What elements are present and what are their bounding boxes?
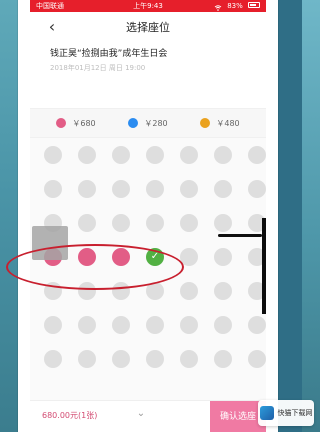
seat-available[interactable] xyxy=(214,350,232,368)
watermark-text: 快猫下载网 xyxy=(277,409,313,417)
seat-available[interactable] xyxy=(112,316,130,334)
seat-available[interactable] xyxy=(112,214,130,232)
seat-available[interactable] xyxy=(146,350,164,368)
status-right: 83% xyxy=(210,0,260,12)
seat-available[interactable] xyxy=(146,180,164,198)
navigation-bar: ‹ 选择座位 xyxy=(30,12,266,42)
seat-available[interactable] xyxy=(214,316,232,334)
battery-icon xyxy=(248,2,260,8)
chevron-down-icon[interactable]: ⌄ xyxy=(136,409,146,419)
seat-available[interactable] xyxy=(112,350,130,368)
legend-item-280: ￥280 xyxy=(128,118,168,129)
seat-available[interactable] xyxy=(146,214,164,232)
seat-available[interactable] xyxy=(214,248,232,266)
seat-available[interactable] xyxy=(78,316,96,334)
total-price: 680.00元(1张) xyxy=(42,411,98,420)
legend-dot xyxy=(200,118,211,128)
legend-dot xyxy=(128,118,139,128)
seat-available[interactable] xyxy=(180,350,198,368)
seat-available[interactable] xyxy=(180,214,198,232)
seat-available[interactable] xyxy=(214,214,232,232)
phone-screen: 中国联通 上午9:43 83% ‹ 选择座位 钱正昊“捡捌由我”成年生日会 20… xyxy=(18,0,278,432)
wifi-icon xyxy=(214,3,222,11)
bottom-bar: 680.00元(1张) ⌄ 确认选座 xyxy=(30,400,266,432)
legend-label: ￥280 xyxy=(144,118,168,128)
seat-available[interactable] xyxy=(180,316,198,334)
seat-available[interactable] xyxy=(112,180,130,198)
legend-label: ￥680 xyxy=(72,118,96,128)
battery-percent: 83% xyxy=(227,2,243,10)
event-time: 2018年01月12日 周日 19:00 xyxy=(50,64,146,72)
seat-available[interactable] xyxy=(78,214,96,232)
watermark: 快猫下载网 xyxy=(258,400,314,426)
seat-available[interactable] xyxy=(248,146,266,164)
annotation-dash xyxy=(218,234,262,237)
seat-available[interactable] xyxy=(146,146,164,164)
seat-available[interactable] xyxy=(248,316,266,334)
highlight-ellipse xyxy=(6,244,184,290)
legend-item-680: ￥680 xyxy=(56,118,96,129)
seat-available[interactable] xyxy=(248,350,266,368)
page-title: 选择座位 xyxy=(126,21,170,34)
event-info: 钱正昊“捡捌由我”成年生日会 2018年01月12日 周日 19:00 xyxy=(50,46,270,88)
background-right xyxy=(302,0,320,432)
seat-available[interactable] xyxy=(44,316,62,334)
seat-available[interactable] xyxy=(214,146,232,164)
price-legend: ￥680 ￥280 ￥480 xyxy=(30,108,266,138)
seat-available[interactable] xyxy=(78,146,96,164)
event-name: 钱正昊“捡捌由我”成年生日会 xyxy=(50,49,168,59)
legend-item-480: ￥480 xyxy=(200,118,240,129)
seat-available[interactable] xyxy=(44,350,62,368)
seat-available[interactable] xyxy=(180,282,198,300)
annotation-bar xyxy=(262,218,266,314)
seat-available[interactable] xyxy=(214,282,232,300)
background-left xyxy=(0,0,18,432)
seat-available[interactable] xyxy=(112,146,130,164)
legend-dot xyxy=(56,118,67,128)
seat-available[interactable] xyxy=(44,180,62,198)
seat-available[interactable] xyxy=(44,146,62,164)
legend-label: ￥480 xyxy=(216,118,240,128)
watermark-logo-icon xyxy=(259,406,274,420)
seat-available[interactable] xyxy=(78,350,96,368)
status-bar: 中国联通 上午9:43 83% xyxy=(30,0,266,12)
seat-available[interactable] xyxy=(180,180,198,198)
seat-available[interactable] xyxy=(214,180,232,198)
seat-available[interactable] xyxy=(248,180,266,198)
seat-available[interactable] xyxy=(146,316,164,334)
seat-available[interactable] xyxy=(180,146,198,164)
seat-available[interactable] xyxy=(78,180,96,198)
